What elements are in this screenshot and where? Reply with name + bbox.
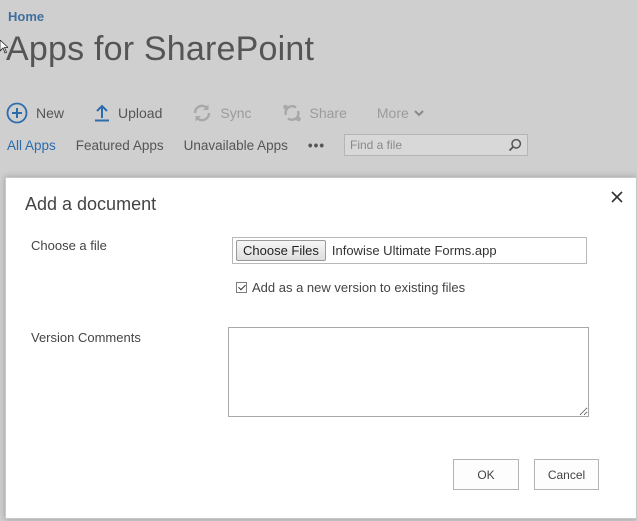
upload-arrow-icon xyxy=(95,104,110,122)
plus-circle-icon xyxy=(6,102,28,124)
new-label: New xyxy=(36,105,65,121)
view-tabs: All Apps Featured Apps Unavailable Apps … xyxy=(7,138,357,153)
close-icon[interactable] xyxy=(610,190,624,204)
more-button[interactable]: More xyxy=(377,105,433,121)
selected-file-name: Infowise Ultimate Forms.app xyxy=(331,243,497,258)
new-button[interactable]: New xyxy=(6,102,64,124)
add-version-checkbox[interactable] xyxy=(236,282,247,293)
choose-files-button[interactable]: Choose Files xyxy=(236,240,326,261)
ok-button[interactable]: OK xyxy=(453,459,519,490)
share-label: Share xyxy=(309,105,347,121)
tab-featured-apps[interactable]: Featured Apps xyxy=(76,138,164,153)
tab-unavailable-apps[interactable]: Unavailable Apps xyxy=(184,138,288,153)
sync-button[interactable]: Sync xyxy=(192,103,252,123)
breadcrumb-home[interactable]: Home xyxy=(8,9,44,24)
upload-label: Upload xyxy=(118,105,163,121)
command-toolbar: New Upload Sync Share More xyxy=(6,100,463,126)
version-comments-textarea[interactable] xyxy=(228,327,589,417)
dialog-title: Add a document xyxy=(25,194,157,214)
search-icon[interactable] xyxy=(508,138,522,152)
share-icon xyxy=(282,104,301,122)
page-title: Apps for SharePoint xyxy=(6,30,315,68)
cancel-button[interactable]: Cancel xyxy=(534,459,599,490)
chevron-down-icon xyxy=(414,110,424,117)
add-version-label: Add as a new version to existing files xyxy=(252,280,466,295)
more-label: More xyxy=(376,105,409,121)
tabs-more-ellipsis[interactable]: ••• xyxy=(308,138,325,153)
add-version-option: Add as a new version to existing files xyxy=(236,280,465,295)
upload-button[interactable]: Upload xyxy=(94,104,162,122)
sync-icon xyxy=(194,104,211,122)
tab-all-apps[interactable]: All Apps xyxy=(7,138,56,153)
search-box xyxy=(344,134,528,156)
version-comments-label: Version Comments xyxy=(31,330,141,345)
add-document-dialog: Add a document Choose a file Choose File… xyxy=(5,177,637,519)
share-button[interactable]: Share xyxy=(282,103,347,123)
file-picker: Choose Files Infowise Ultimate Forms.app xyxy=(232,237,587,264)
sync-label: Sync xyxy=(220,105,252,121)
choose-file-label: Choose a file xyxy=(31,238,107,253)
search-input[interactable] xyxy=(345,135,500,155)
